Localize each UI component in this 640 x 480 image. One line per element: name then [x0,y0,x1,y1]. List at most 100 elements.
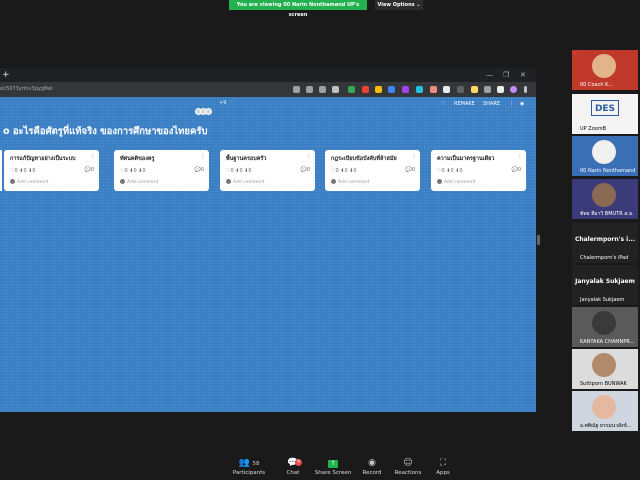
chat-badge: 9 [295,459,302,466]
participant-name: พัทธ สีมาวิ BMUTR ส.ม. [580,211,634,217]
participants-button[interactable]: 👥 58 Participants [224,457,274,477]
url-text[interactable]: ol/5073yrlnv3pyg8wi [0,82,53,97]
minimize-button[interactable]: — [486,68,493,82]
extension-icon[interactable] [402,86,409,93]
add-comment[interactable]: Add comment [120,179,159,185]
puzzle-icon[interactable] [484,86,491,93]
apps-button[interactable]: ⛶ Apps [418,457,468,477]
reaction-counts[interactable]: ♡0 ⬆0 ⬇0 [10,168,36,174]
muted-mic-icon: ✕ [573,51,578,57]
split-drag-handle[interactable] [537,235,540,245]
post-card[interactable]: พื้นฐานครอบครัว ⋮ ♡0 ⬆0 ⬇0 💬0 Add commen… [220,150,315,191]
card-menu-icon[interactable]: ⋮ [517,153,523,160]
address-bar[interactable]: ol/5073yrlnv3pyg8wi [0,82,536,97]
participant-video [592,183,616,207]
extension-icon[interactable] [457,86,464,93]
heart-icon[interactable]: ♡ [441,100,445,109]
apps-icon: ⛶ [439,458,447,468]
participant-display-name: Chalermporn's i... [574,236,636,243]
extension-icon[interactable] [471,86,478,93]
avatar [205,108,212,115]
avatar [226,179,231,184]
extension-icon[interactable] [443,86,450,93]
padlet-header: +9 ⋰ ♡ REMAKE SHARE ⋮ ◉ [0,97,536,115]
extension-icon[interactable] [430,86,437,93]
extension-icon[interactable] [362,86,369,93]
user-avatar[interactable]: ◉ [520,100,524,109]
zoom-window: You are viewing 00 Narin Nonthamand UP's… [0,0,640,480]
participant-tile[interactable]: Chalermporn's i... Chalermporn's iPad [572,223,638,263]
padlet-title: o อะไรคือศัตรูที่แท้จริง ของการศึกษาของไ… [3,126,208,137]
participant-tile[interactable]: DES UP ZoomB [572,94,638,134]
participant-name: Janyalak Sukjaem [580,297,625,303]
extension-icon[interactable] [375,86,382,93]
participant-video [592,311,616,335]
card-title: พื้นฐานครอบครัว [226,156,267,162]
add-comment[interactable]: Add comment [331,179,370,185]
padlet-board: +9 ⋰ ♡ REMAKE SHARE ⋮ ◉ o อะไรคือศัตรูที… [0,97,536,412]
sidebar-icon[interactable] [497,86,504,93]
post-card[interactable]: กฎระเบียบข้อบังคับที่ล้าสมัย ⋮ ♡0 ⬆0 ⬇0 … [325,150,420,191]
participant-tile[interactable]: Suttiporn BUNWAK [572,349,638,389]
add-comment[interactable]: Add comment [10,179,49,185]
card-partial[interactable] [0,150,2,191]
participant-tile[interactable]: 00 Narin Nonthamand [572,136,638,176]
extension-icon[interactable] [416,86,423,93]
card-menu-icon[interactable]: ⋮ [90,153,96,160]
card-menu-icon[interactable]: ⋮ [200,153,206,160]
add-comment[interactable]: Add comment [226,179,265,185]
reaction-counts[interactable]: ♡0 ⬆0 ⬇0 [437,168,463,174]
participant-name: 00 Coach K... [580,82,614,88]
participant-video [592,54,616,78]
close-window-button[interactable]: ✕ [520,68,526,82]
reaction-counts[interactable]: ♡0 ⬆0 ⬇0 [226,168,252,174]
post-card[interactable]: ความเป็นมาตรฐานเดียว ⋮ ♡0 ⬆0 ⬇0 💬0 Add c… [431,150,526,191]
profile-avatar[interactable] [510,86,517,93]
share-icon[interactable] [319,86,326,93]
card-title: การแก้ปัญหาอย่างเป็นระบบ [10,156,76,162]
more-menu-icon[interactable]: ⋮ [509,100,514,109]
maximize-button[interactable]: ❐ [503,68,509,82]
card-menu-icon[interactable]: ⋮ [411,153,417,160]
new-tab-button[interactable]: + [2,68,10,82]
visitor-count: +9 ⋰ [219,100,233,106]
view-options-button[interactable]: View Options ⌄ [375,0,423,10]
extension-icon[interactable] [348,86,355,93]
card-menu-icon[interactable]: ⋮ [306,153,312,160]
participant-tile[interactable]: ✕ 00 Coach K... [572,50,638,90]
share-button[interactable]: SHARE [483,100,500,109]
comment-count: 💬0 [194,167,204,173]
avatar [437,179,442,184]
comment-count: 💬0 [511,167,521,173]
avatar [120,179,125,184]
participant-tile[interactable]: KANYAKA CHAMNPR... [572,307,638,347]
participant-tile[interactable]: Janyalak Sukjaem Janyalak Sukjaem [572,265,638,305]
viewing-banner: You are viewing 00 Narin Nonthamand UP's… [229,0,367,18]
participant-name: Chalermporn's iPad [580,255,629,261]
reaction-counts[interactable]: ♡0 ⬆0 ⬇0 [331,168,357,174]
zoom-icon[interactable] [306,86,313,93]
avatar [331,179,336,184]
participant-tile[interactable]: พัทธ สีมาวิ BMUTR ส.ม. [572,179,638,219]
avatar [10,179,15,184]
participants-icon: 👥 58 [238,458,260,468]
participant-tile[interactable]: อ.ศศิณัฐ ธรรมนวสังข์... [572,391,638,431]
extension-icon[interactable] [293,86,300,93]
participant-video [592,353,616,377]
card-title: ความเป็นมาตรฐานเดียว [437,156,495,162]
card-title: ทัศนคติของครู [120,156,155,162]
browser-tab-bar: + — ❐ ✕ [0,68,536,82]
card-title: กฎระเบียบข้อบังคับที่ล้าสมัย [331,156,397,162]
remake-button[interactable]: REMAKE [454,100,475,109]
add-comment[interactable]: Add comment [437,179,476,185]
browser-menu-icon[interactable] [524,86,527,93]
bookmark-star-icon[interactable] [332,86,339,93]
participant-name: Suttiporn BUNWAK [580,381,627,387]
extension-icon[interactable] [388,86,395,93]
post-card[interactable]: การแก้ปัญหาอย่างเป็นระบบ ⋮ ♡0 ⬆0 ⬇0 💬0 A… [4,150,99,191]
visitor-avatars [195,100,212,115]
comment-count: 💬0 [300,167,310,173]
participant-name: UP ZoomB [580,126,607,132]
post-card[interactable]: ทัศนคติของครู ⋮ ♡0 ⬆0 ⬇0 💬0 Add comment [114,150,209,191]
reaction-counts[interactable]: ♡0 ⬆0 ⬇0 [120,168,146,174]
